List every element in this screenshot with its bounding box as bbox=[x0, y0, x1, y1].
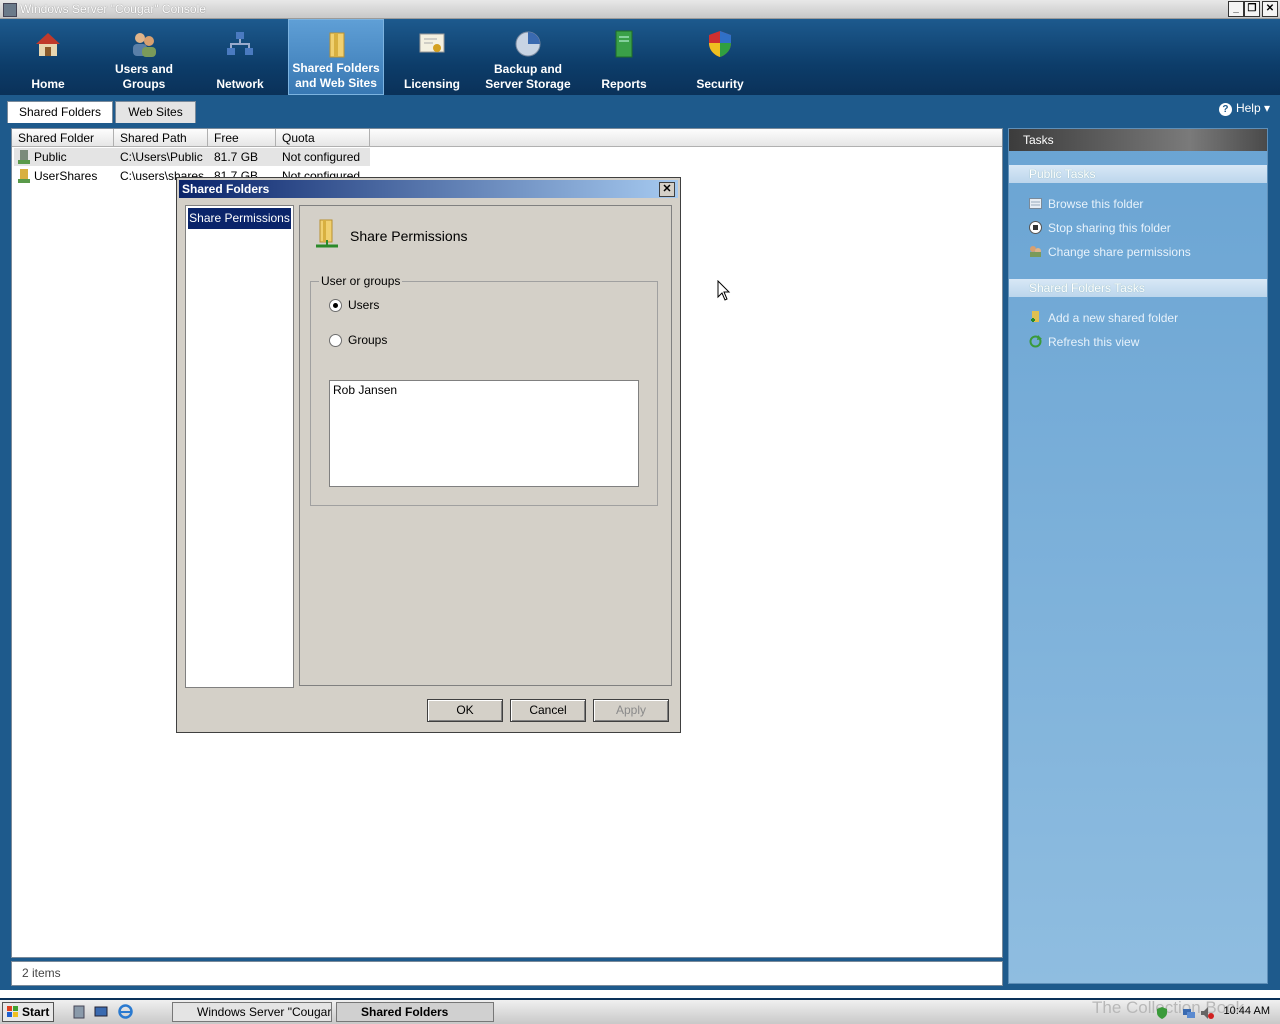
shared-folder-icon bbox=[329, 32, 345, 58]
minimize-button[interactable]: _ bbox=[1228, 1, 1244, 17]
dialog-heading: Share Permissions bbox=[350, 228, 468, 244]
desktop-icon[interactable] bbox=[94, 1005, 108, 1019]
task-browse-folder[interactable]: Browse this folder bbox=[1029, 195, 1143, 213]
ok-button[interactable]: OK bbox=[427, 699, 503, 722]
internet-explorer-icon[interactable] bbox=[118, 1004, 133, 1019]
nav-users-label: Users and bbox=[114, 62, 174, 76]
volume-muted-icon[interactable] bbox=[1200, 1006, 1214, 1020]
public-tasks-header: Public Tasks bbox=[1009, 165, 1267, 183]
nav-shared-folders[interactable]: Shared Folders and Web Sites bbox=[288, 19, 384, 95]
nav-home[interactable]: Home bbox=[0, 19, 96, 95]
column-header-shared-path[interactable]: Shared Path bbox=[114, 129, 208, 147]
browse-icon bbox=[1029, 198, 1042, 209]
main-navigation: Home Users and Groups Network Shared Fold… bbox=[0, 19, 1280, 95]
apply-button[interactable]: Apply bbox=[593, 699, 669, 722]
row-name: Public bbox=[34, 150, 67, 164]
dialog-title: Shared Folders bbox=[182, 182, 270, 196]
share-folder-icon bbox=[316, 219, 338, 248]
cancel-button[interactable]: Cancel bbox=[510, 699, 586, 722]
security-tray-icon[interactable] bbox=[1155, 1006, 1169, 1020]
start-button[interactable]: Start bbox=[2, 1002, 54, 1022]
refresh-icon bbox=[1029, 335, 1042, 348]
tab-shared-folders[interactable]: Shared Folders bbox=[7, 101, 113, 123]
backup-icon bbox=[515, 31, 541, 57]
nav-licensing-label: Licensing bbox=[403, 77, 460, 91]
server-manager-icon[interactable] bbox=[72, 1005, 86, 1019]
licensing-icon bbox=[419, 33, 445, 53]
nav-security-label: Security bbox=[696, 77, 744, 91]
task-refresh-view[interactable]: Refresh this view bbox=[1029, 333, 1139, 351]
help-label: Help bbox=[1235, 101, 1261, 115]
dialog-title-bar: Shared Folders ✕ bbox=[179, 180, 678, 198]
app-icon bbox=[3, 3, 17, 17]
shared-folders-tasks-header: Shared Folders Tasks bbox=[1009, 279, 1267, 297]
list-item[interactable]: Rob Jansen bbox=[333, 383, 397, 397]
public-folder-icon bbox=[18, 150, 30, 164]
close-window-button[interactable]: ✕ bbox=[1262, 1, 1278, 17]
column-header-empty bbox=[370, 129, 1002, 147]
nav-licensing[interactable]: Licensing bbox=[384, 19, 480, 95]
shared-folders-dialog: Shared Folders ✕ Share Permissions Share… bbox=[176, 177, 681, 733]
mouse-cursor-icon bbox=[717, 280, 731, 301]
users-radio-label[interactable]: Users bbox=[348, 298, 379, 312]
nav-backup-label: Backup and bbox=[493, 62, 562, 76]
nav-home-label: Home bbox=[31, 77, 65, 91]
shared-folder-icon bbox=[18, 169, 30, 183]
tab-strip: Shared Folders Web Sites ? Help ▾ bbox=[0, 95, 1280, 124]
home-icon bbox=[36, 33, 60, 56]
column-header-shared-folder[interactable]: Shared Folder bbox=[12, 129, 114, 147]
task-stop-sharing[interactable]: Stop sharing this folder bbox=[1029, 219, 1171, 237]
row-quota: Not configured bbox=[282, 150, 361, 164]
dialog-content: Share Permissions User or groups Users G… bbox=[299, 205, 672, 686]
task-pane: Tasks Public Tasks Browse this folder St… bbox=[1008, 128, 1268, 984]
taskbar: Start Windows Server "Cougar... Shared F… bbox=[0, 998, 1280, 1024]
groups-radio-label[interactable]: Groups bbox=[348, 333, 387, 347]
nav-shared-folders-label: Shared Folders bbox=[292, 61, 380, 75]
network-icon bbox=[227, 32, 253, 55]
user-list[interactable]: Rob Jansen bbox=[329, 380, 639, 487]
nav-backup-storage[interactable]: Backup and Server Storage bbox=[480, 19, 576, 95]
status-bar: 2 items bbox=[11, 961, 1003, 986]
nav-network[interactable]: Network bbox=[192, 19, 288, 95]
add-folder-icon bbox=[1031, 311, 1039, 322]
table-row[interactable]: Public C:\Users\Public 81.7 GB Not confi… bbox=[14, 148, 370, 166]
tab-web-sites[interactable]: Web Sites bbox=[115, 101, 196, 123]
help-icon: ? bbox=[1218, 103, 1232, 116]
nav-network-label: Network bbox=[216, 77, 264, 91]
clock: 10:44 AM bbox=[1223, 1005, 1270, 1017]
window-title-bar: Windows Server "Cougar" Console _ ❐ ✕ bbox=[0, 0, 1280, 19]
permissions-icon bbox=[1030, 246, 1041, 257]
row-path: C:\Users\Public bbox=[120, 150, 203, 164]
reports-icon bbox=[615, 30, 633, 58]
dialog-nav-list: Share Permissions bbox=[185, 205, 294, 688]
nav-users-and-groups[interactable]: Users and Groups bbox=[96, 19, 192, 95]
users-radio[interactable] bbox=[329, 299, 342, 312]
row-name: UserShares bbox=[34, 169, 98, 183]
status-item-count: 2 items bbox=[22, 966, 61, 980]
window-title: Windows Server "Cougar" Console bbox=[20, 2, 206, 16]
nav-reports-label: Reports bbox=[601, 77, 647, 91]
taskbar-item-console[interactable]: Windows Server "Cougar... bbox=[172, 1002, 332, 1022]
column-header-free-space[interactable]: Free Space bbox=[208, 129, 276, 163]
network-tray-icon[interactable] bbox=[1182, 1006, 1196, 1020]
dialog-close-button[interactable]: ✕ bbox=[659, 182, 675, 197]
task-pane-title: Tasks bbox=[1009, 129, 1267, 151]
restore-button[interactable]: ❐ bbox=[1244, 1, 1260, 17]
groups-radio[interactable] bbox=[329, 334, 342, 347]
task-change-permissions[interactable]: Change share permissions bbox=[1029, 243, 1191, 261]
nav-reports[interactable]: Reports bbox=[576, 19, 672, 95]
task-add-shared-folder[interactable]: Add a new shared folder bbox=[1029, 309, 1178, 327]
user-or-groups-group: User or groups Users Groups Rob Jansen bbox=[310, 274, 658, 506]
column-header-quota[interactable]: Quota bbox=[276, 129, 370, 147]
help-button[interactable]: ? Help ▾ bbox=[1218, 101, 1270, 116]
windows-logo-icon bbox=[7, 1006, 18, 1017]
stop-icon bbox=[1029, 221, 1042, 234]
dialog-nav-share-permissions[interactable]: Share Permissions bbox=[188, 208, 291, 229]
users-icon bbox=[133, 33, 156, 57]
shield-icon bbox=[709, 31, 731, 57]
taskbar-item-shared-folders[interactable]: Shared Folders bbox=[336, 1002, 494, 1022]
row-free: 81.7 GB bbox=[214, 150, 259, 164]
group-label: User or groups bbox=[319, 274, 403, 288]
nav-security[interactable]: Security bbox=[672, 19, 768, 95]
